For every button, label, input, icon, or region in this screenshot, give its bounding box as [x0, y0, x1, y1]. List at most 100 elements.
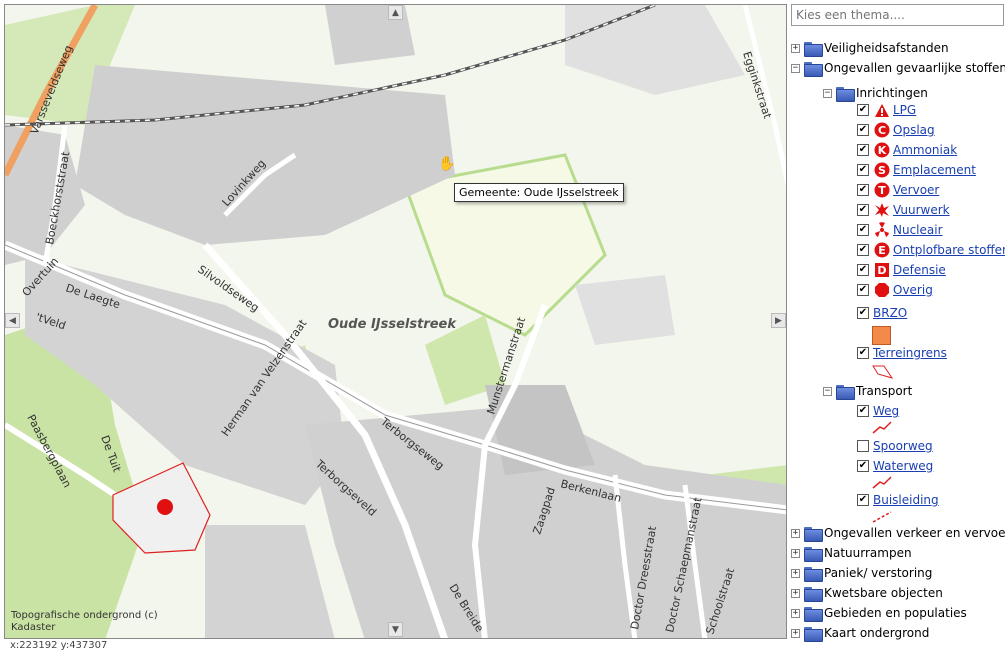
- folder-icon: [804, 546, 823, 562]
- layer-emplacement: ✔ S Emplacement: [857, 161, 976, 179]
- svg-text:E: E: [878, 244, 886, 257]
- layer-nucleair: ✔ Nucleair: [857, 221, 943, 239]
- terreingrens-legend-icon: [872, 365, 894, 379]
- layer-checkbox[interactable]: ✔: [857, 347, 869, 359]
- layer-link[interactable]: Terreingrens: [873, 346, 947, 360]
- layer-lpg: ✔ LPG: [857, 101, 916, 119]
- group-label: Paniek/ verstoring: [824, 566, 933, 580]
- group-inrichtingen[interactable]: − Inrichtingen: [823, 84, 928, 102]
- group-transport[interactable]: − Transport: [823, 382, 912, 400]
- collapse-toggle[interactable]: −: [823, 88, 832, 98]
- layer-overig: ✔ Overig: [857, 281, 933, 299]
- layer-link[interactable]: Ammoniak: [893, 143, 957, 157]
- layer-checkbox[interactable]: ✔: [857, 184, 869, 196]
- layer-link[interactable]: Spoorweg: [873, 439, 933, 453]
- pan-down-button[interactable]: ▼: [388, 622, 403, 637]
- group-kaart-ondergrond[interactable]: + Kaart ondergrond: [791, 624, 929, 642]
- expand-toggle[interactable]: +: [791, 43, 800, 53]
- vervoer-icon: T: [873, 182, 890, 199]
- layer-checkbox[interactable]: [857, 440, 869, 452]
- svg-text:D: D: [877, 264, 886, 277]
- layer-vuurwerk: ✔ Vuurwerk: [857, 201, 950, 219]
- map-canvas[interactable]: Varsseveldseweg Boeckhorststraat Lovinkw…: [5, 5, 787, 639]
- svg-text:C: C: [877, 124, 885, 137]
- group-label: Transport: [856, 384, 913, 398]
- pan-up-button[interactable]: ▲: [388, 5, 403, 20]
- layer-checkbox[interactable]: ✔: [857, 104, 869, 116]
- map-viewer[interactable]: Varsseveldseweg Boeckhorststraat Lovinkw…: [4, 4, 787, 639]
- group-label: Ongevallen gevaarlijke stoffen: [824, 61, 1005, 75]
- expand-toggle[interactable]: +: [791, 548, 800, 558]
- layer-link[interactable]: BRZO: [873, 306, 907, 320]
- layer-link[interactable]: LPG: [893, 103, 916, 117]
- pan-left-button[interactable]: ◀: [5, 313, 20, 328]
- group-gebieden[interactable]: + Gebieden en populaties: [791, 604, 967, 622]
- theme-search-input[interactable]: [791, 4, 1004, 26]
- layer-link[interactable]: Emplacement: [893, 163, 976, 177]
- folder-open-icon: [836, 384, 855, 400]
- group-ongevallen-verkeer[interactable]: + Ongevallen verkeer en vervoer: [791, 524, 1005, 542]
- layer-checkbox[interactable]: ✔: [857, 224, 869, 236]
- layer-link[interactable]: Buisleiding: [873, 493, 939, 507]
- overig-marker[interactable]: [157, 499, 173, 515]
- ammoniak-icon: K: [873, 142, 890, 159]
- opslag-icon: C: [873, 122, 890, 139]
- layer-checkbox[interactable]: ✔: [857, 284, 869, 296]
- group-label: Inrichtingen: [856, 86, 928, 100]
- group-kwetsbare-objecten[interactable]: + Kwetsbare objecten: [791, 584, 943, 602]
- defensie-icon: D: [873, 262, 890, 279]
- expand-toggle[interactable]: +: [791, 608, 800, 618]
- layer-link[interactable]: Overig: [893, 283, 933, 297]
- layer-panel: + Veiligheidsafstanden − Ongevallen geva…: [789, 4, 1005, 647]
- ontplofbare-icon: E: [873, 242, 890, 259]
- layer-link[interactable]: Waterweg: [873, 459, 933, 473]
- layer-link[interactable]: Vuurwerk: [893, 203, 950, 217]
- brzo-legend-swatch: [872, 326, 891, 345]
- expand-toggle[interactable]: +: [791, 568, 800, 578]
- pan-right-button[interactable]: ▶: [771, 313, 786, 328]
- folder-open-icon: [836, 86, 855, 102]
- layer-terreingrens: ✔ Terreingrens: [857, 344, 947, 362]
- layer-checkbox[interactable]: ✔: [857, 405, 869, 417]
- vuurwerk-icon: [873, 202, 890, 219]
- svg-text:S: S: [878, 164, 886, 177]
- svg-text:K: K: [877, 144, 886, 157]
- overig-icon: [873, 282, 890, 299]
- collapse-toggle[interactable]: −: [823, 386, 832, 396]
- folder-icon: [804, 626, 823, 642]
- layer-checkbox[interactable]: ✔: [857, 124, 869, 136]
- layer-checkbox[interactable]: ✔: [857, 494, 869, 506]
- folder-open-icon: [804, 61, 823, 77]
- layer-spoorweg: Spoorweg: [857, 437, 933, 455]
- group-ongevallen-gevaarlijke-stoffen[interactable]: − Ongevallen gevaarlijke stoffen: [791, 59, 1005, 77]
- layer-checkbox[interactable]: ✔: [857, 307, 869, 319]
- group-veiligheidsafstanden[interactable]: + Veiligheidsafstanden: [791, 39, 949, 57]
- layer-link[interactable]: Nucleair: [893, 223, 943, 237]
- folder-icon: [804, 526, 823, 542]
- expand-toggle[interactable]: +: [791, 528, 800, 538]
- layer-link[interactable]: Vervoer: [893, 183, 939, 197]
- expand-toggle[interactable]: +: [791, 628, 800, 638]
- expand-toggle[interactable]: +: [791, 588, 800, 598]
- group-label: Natuurrampen: [824, 546, 912, 560]
- group-paniek[interactable]: + Paniek/ verstoring: [791, 564, 932, 582]
- layer-link[interactable]: Weg: [873, 404, 899, 418]
- layer-checkbox[interactable]: ✔: [857, 264, 869, 276]
- collapse-toggle[interactable]: −: [791, 63, 800, 73]
- folder-icon: [804, 41, 823, 57]
- layer-checkbox[interactable]: ✔: [857, 244, 869, 256]
- layer-ontplofbare-stoffen: ✔ E Ontplofbare stoffen: [857, 241, 1005, 259]
- group-label: Kwetsbare objecten: [824, 586, 943, 600]
- layer-checkbox[interactable]: ✔: [857, 460, 869, 472]
- layer-link[interactable]: Defensie: [893, 263, 946, 277]
- layer-link[interactable]: Ontplofbare stoffen: [893, 243, 1005, 257]
- layer-checkbox[interactable]: ✔: [857, 144, 869, 156]
- group-natuurrampen[interactable]: + Natuurrampen: [791, 544, 912, 562]
- layer-link[interactable]: Opslag: [893, 123, 935, 137]
- layer-checkbox[interactable]: ✔: [857, 164, 869, 176]
- layer-brzo: ✔ BRZO: [857, 304, 907, 322]
- weg-legend-icon: [872, 421, 892, 434]
- layer-weg: ✔ Weg: [857, 402, 899, 420]
- svg-text:T: T: [878, 184, 886, 197]
- layer-checkbox[interactable]: ✔: [857, 204, 869, 216]
